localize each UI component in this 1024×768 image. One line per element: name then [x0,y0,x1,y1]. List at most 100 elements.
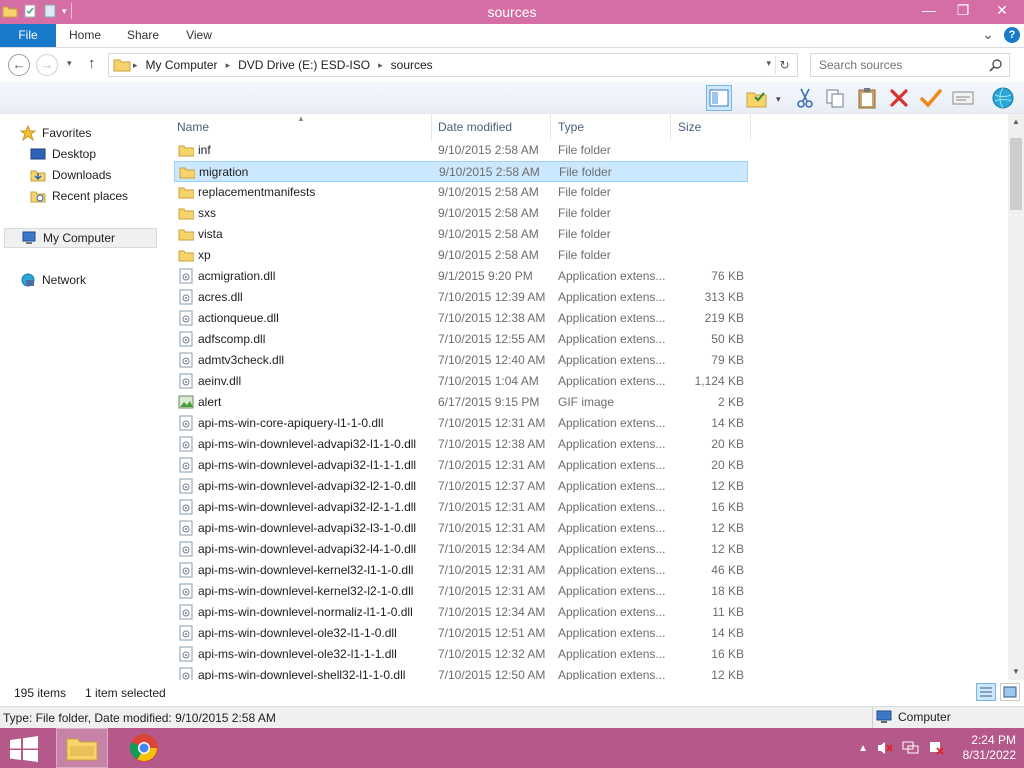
file-name: api-ms-win-downlevel-ole32-l1-1-0.dll [198,626,397,640]
system-tray: ▲ [858,740,946,756]
vertical-scrollbar[interactable]: ▲ ▼ [1008,114,1024,680]
tab-view[interactable]: View [180,24,218,47]
nav-downloads[interactable]: Downloads [30,165,111,185]
maximize-button[interactable]: ❐ [946,0,980,22]
tab-share[interactable]: Share [122,24,164,47]
file-size: 12 KB [711,668,744,680]
file-row[interactable]: acmigration.dll 9/1/2015 9:20 PM Applicati… [174,266,748,287]
file-row[interactable]: api-ms-win-downlevel-advapi32-l2-1-0.dll… [174,476,748,497]
breadcrumb-dvd-drive[interactable]: DVD Drive (E:) ESD-ISO [232,58,376,72]
nav-favorites[interactable]: Favorites [20,123,91,143]
folder-row[interactable]: inf 9/10/2015 2:58 AM File folder [174,140,748,161]
file-row[interactable]: api-ms-win-downlevel-kernel32-l1-1-0.dll… [174,560,748,581]
refresh-icon[interactable]: ↻ [775,56,793,74]
column-header-date[interactable]: Date modified [433,114,551,140]
file-row[interactable]: adfscomp.dll 7/10/2015 12:55 AM Applicatio… [174,329,748,350]
file-row[interactable]: api-ms-win-downlevel-kernel32-l2-1-0.dll… [174,581,748,602]
search-icon[interactable] [989,58,1003,72]
nav-network[interactable]: Network [20,270,86,290]
gif-image-icon [178,395,194,409]
rename-button[interactable] [918,85,944,111]
column-header-type[interactable]: Type [553,114,671,140]
file-name: migration [199,165,249,179]
breadcrumb-sources[interactable]: sources [385,58,439,72]
tab-file[interactable]: File [0,24,56,47]
file-row[interactable]: api-ms-win-downlevel-shell32-l1-1-0.dll 7… [174,665,748,680]
file-row[interactable]: aeinv.dll 7/10/2015 1:04 AM Application ex… [174,371,748,392]
folder-icon [113,59,131,72]
move-to-button[interactable] [744,85,770,111]
address-bar[interactable]: ▸ My Computer ▸ DVD Drive (E:) ESD-ISO ▸… [108,53,798,77]
file-name: alert [198,395,222,409]
network-status-icon[interactable] [902,740,920,756]
show-hidden-icons-icon[interactable]: ▲ [858,743,868,754]
back-button[interactable]: ← [8,54,30,76]
recent-locations-button[interactable]: ▾ [67,58,72,69]
close-button[interactable]: ✕ [980,0,1024,22]
scroll-down-icon[interactable]: ▼ [1008,664,1024,680]
folder-row[interactable]: migration 9/10/2015 2:58 AM File folder [174,161,748,182]
recent-places-icon [30,191,46,203]
file-size: 79 KB [711,353,744,367]
taskbar-file-explorer[interactable] [56,728,108,768]
breadcrumb-my-computer[interactable]: My Computer [140,58,224,72]
properties-button[interactable] [950,85,976,111]
file-row[interactable]: api-ms-win-downlevel-ole32-l1-1-0.dll 7/1… [174,623,748,644]
preview-pane-button[interactable] [706,85,732,111]
selection-count: 1 item selected [85,686,166,700]
up-button[interactable]: ↑ [88,55,96,72]
file-row[interactable]: api-ms-win-core-apiquery-l1-1-0.dll 7/10/… [174,413,748,434]
volume-muted-icon[interactable] [876,740,894,756]
minimize-button[interactable]: — [912,0,946,22]
taskbar-clock[interactable]: 2:24 PM 8/31/2022 [963,733,1016,763]
copy-button[interactable] [822,85,848,111]
network-globe-button[interactable] [990,85,1016,111]
file-row[interactable]: api-ms-win-downlevel-advapi32-l3-1-0.dll… [174,518,748,539]
address-dropdown-icon[interactable]: ▾ [766,58,771,69]
delete-button[interactable] [886,85,912,111]
nav-my-computer[interactable]: My Computer [4,228,157,248]
file-row[interactable]: api-ms-win-downlevel-advapi32-l4-1-0.dll… [174,539,748,560]
file-row[interactable]: api-ms-win-downlevel-advapi32-l2-1-1.dll… [174,497,748,518]
expand-ribbon-icon[interactable]: ⌄ [982,26,994,43]
search-input[interactable] [811,54,981,76]
paste-button[interactable] [854,85,880,111]
folder-row[interactable]: vista 9/10/2015 2:58 AM File folder [174,224,748,245]
scroll-up-icon[interactable]: ▲ [1008,114,1024,130]
dll-file-icon [179,331,193,347]
folder-row[interactable]: replacementmanifests 9/10/2015 2:58 AM Fil… [174,182,748,203]
file-row[interactable]: acres.dll 7/10/2015 12:39 AM Application e… [174,287,748,308]
help-icon[interactable]: ? [1004,26,1020,43]
details-view-button[interactable] [976,683,996,701]
dll-file-icon [179,646,193,662]
taskbar-chrome[interactable] [118,728,170,768]
move-to-dropdown-icon[interactable]: ▾ [776,94,781,105]
scroll-thumb[interactable] [1010,138,1022,210]
file-row[interactable]: admtv3check.dll 7/10/2015 12:40 AM Applica… [174,350,748,371]
folder-row[interactable]: sxs 9/10/2015 2:58 AM File folder [174,203,748,224]
dll-file-icon [179,583,193,599]
nav-recent-places[interactable]: Recent places [30,186,128,206]
column-header-size[interactable]: Size [673,114,751,140]
forward-button[interactable]: → [36,54,58,76]
dll-file-icon [179,310,193,326]
file-row[interactable]: api-ms-win-downlevel-normaliz-l1-1-0.dll… [174,602,748,623]
action-center-icon[interactable] [928,740,946,756]
nav-network-label: Network [42,273,87,287]
file-row[interactable]: api-ms-win-downlevel-advapi32-l1-1-0.dll… [174,434,748,455]
nav-desktop[interactable]: Desktop [30,144,96,164]
large-icons-view-button[interactable] [1000,683,1020,701]
file-row[interactable]: api-ms-win-downlevel-advapi32-l1-1-1.dll… [174,455,748,476]
folder-row[interactable]: xp 9/10/2015 2:58 AM File folder [174,245,748,266]
windows-start-icon[interactable] [8,736,40,762]
file-row[interactable]: api-ms-win-downlevel-ole32-l1-1-1.dll 7/1… [174,644,748,665]
file-row[interactable]: actionqueue.dll 7/10/2015 12:38 AM Applica… [174,308,748,329]
tab-home[interactable]: Home [64,24,106,47]
folder-icon [178,229,194,241]
column-header-name[interactable]: Name [172,114,432,140]
search-box[interactable] [810,53,1010,77]
file-type: File folder [558,185,611,199]
dll-file-icon [179,268,193,284]
cut-button[interactable] [792,85,818,111]
file-row[interactable]: alert 6/17/2015 9:15 PM GIF image 2 KB [174,392,748,413]
